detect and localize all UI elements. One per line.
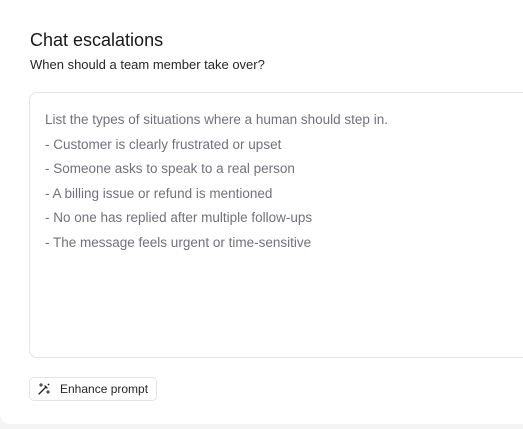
prompt-text: List the types of situations where a hum…	[45, 108, 388, 255]
prompt-line: - The message feels urgent or time-sensi…	[45, 234, 312, 250]
prompt-line: - Customer is clearly frustrated or upse…	[45, 136, 282, 152]
enhance-prompt-label: Enhance prompt	[60, 382, 149, 396]
prompt-line: - Someone asks to speak to a real person	[45, 161, 295, 176]
enhance-prompt-button[interactable]: Enhance prompt	[29, 377, 158, 401]
prompt-line: List the types of situations where a hum…	[45, 112, 388, 127]
prompt-line: - No one has replied after multiple foll…	[45, 210, 313, 225]
section-subtitle: When should a team member take over?	[30, 57, 265, 72]
magic-wand-icon	[37, 382, 51, 396]
escalation-settings-card: Chat escalations When should a team memb…	[0, 0, 523, 424]
escalation-prompt-textarea[interactable]: List the types of situations where a hum…	[29, 92, 523, 358]
section-title: Chat escalations	[30, 30, 164, 50]
prompt-line: - A billing issue or refund is mentioned	[45, 185, 273, 201]
